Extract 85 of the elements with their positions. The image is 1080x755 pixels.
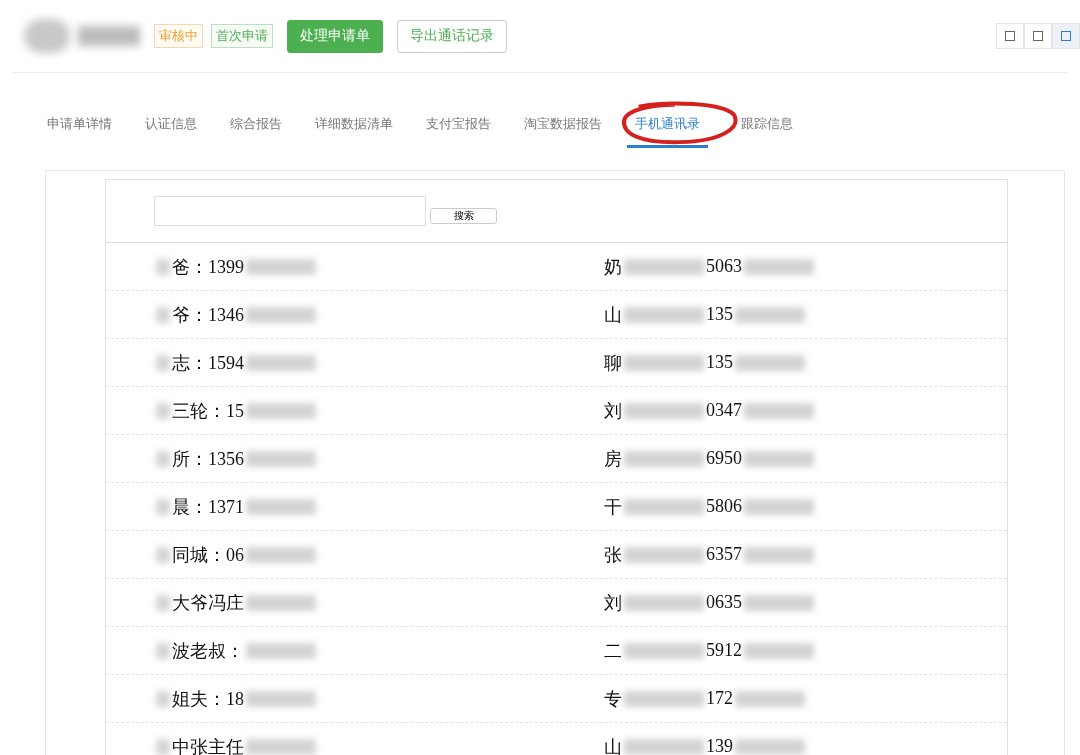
tab[interactable]: 跟踪信息 [741,111,793,145]
redaction-blur [744,498,814,515]
redaction-blur [246,306,316,323]
redaction-blur [156,498,170,515]
header-button[interactable]: 处理申请单 [287,19,383,53]
redaction-blur [156,738,170,755]
redaction-blur [735,690,805,707]
contact-text: 山 [604,303,622,327]
contact-text: 志：1594 [172,351,244,375]
redaction-blur [156,546,170,563]
contact-text: 晨：1371 [172,495,244,519]
tab[interactable]: 申请单详情 [47,111,112,145]
tab[interactable]: 详细数据清单 [315,111,393,145]
redaction-blur [156,354,170,371]
redaction-blur [246,594,316,611]
contact-text: 房 [604,447,622,471]
status-tag: 首次申请 [211,24,273,48]
contact-text: 爸：1399 [172,255,244,279]
redaction-blur [735,306,805,323]
redaction-blur [246,642,316,659]
contact-text: 中张主任 [172,735,244,755]
redaction-blur [246,690,316,707]
contact-text: 135 [706,352,733,373]
contact-text: 6357 [706,544,742,565]
redaction-blur [246,354,316,371]
contact-text: 爷：1346 [172,303,244,327]
contact-text: 所：1356 [172,447,244,471]
redaction-blur [156,306,170,323]
redaction-blur [744,402,814,419]
redaction-blur [156,690,170,707]
blurred-name [78,26,140,46]
contact-text: 139 [706,736,733,755]
contact-text: 135 [706,304,733,325]
contact-text: 刘 [604,399,622,423]
contact-text: 大爷冯庄 [172,591,244,615]
redaction-blur [246,738,316,755]
contact-text: 波老叔： [172,639,244,663]
contact-text: 姐夫：18 [172,687,244,711]
blurred-avatar [24,19,70,53]
contact-text: 5912 [706,640,742,661]
view-toggle-button[interactable] [996,23,1024,49]
tab[interactable]: 淘宝数据报告 [524,111,602,145]
contact-text: 172 [706,688,733,709]
view-toggle-button[interactable] [1024,23,1052,49]
redaction-blur [744,642,814,659]
redaction-blur [156,450,170,467]
contact-text: 二 [604,639,622,663]
tab[interactable]: 手机通讯录 [627,111,708,148]
redaction-blur [246,258,316,275]
header-button[interactable]: 导出通话记录 [397,19,507,53]
redaction-blur [156,594,170,611]
redaction-blur [744,594,814,611]
redaction-blur [735,738,805,755]
contact-text: 奶 [604,255,622,279]
contact-text: 5063 [706,256,742,277]
search-button[interactable]: 搜索 [430,208,497,224]
contact-text: 0347 [706,400,742,421]
redaction-blur [246,546,316,563]
view-toggle-button[interactable] [1052,23,1080,49]
redaction-blur [156,258,170,275]
contact-text: 专 [604,687,622,711]
tab[interactable]: 认证信息 [145,111,197,145]
redaction-blur [156,402,170,419]
contact-text: 三轮：15 [172,399,244,423]
contact-text: 同城：06 [172,543,244,567]
tab[interactable]: 支付宝报告 [426,111,491,145]
contact-text: 干 [604,495,622,519]
contact-text: 5806 [706,496,742,517]
tab[interactable]: 综合报告 [230,111,282,145]
redaction-blur [246,402,316,419]
redaction-blur [156,642,170,659]
contact-text: 6950 [706,448,742,469]
redaction-blur [246,450,316,467]
status-tag: 审核中 [154,24,203,48]
contact-text: 聊 [604,351,622,375]
contact-text: 刘 [604,591,622,615]
search-field[interactable] [154,196,426,226]
redaction-blur [246,498,316,515]
redaction-blur [735,354,805,371]
redaction-blur [744,546,814,563]
redaction-blur [744,450,814,467]
redaction-blur [744,258,814,275]
contact-text: 山 [604,735,622,755]
contact-text: 张 [604,543,622,567]
contact-text: 0635 [706,592,742,613]
